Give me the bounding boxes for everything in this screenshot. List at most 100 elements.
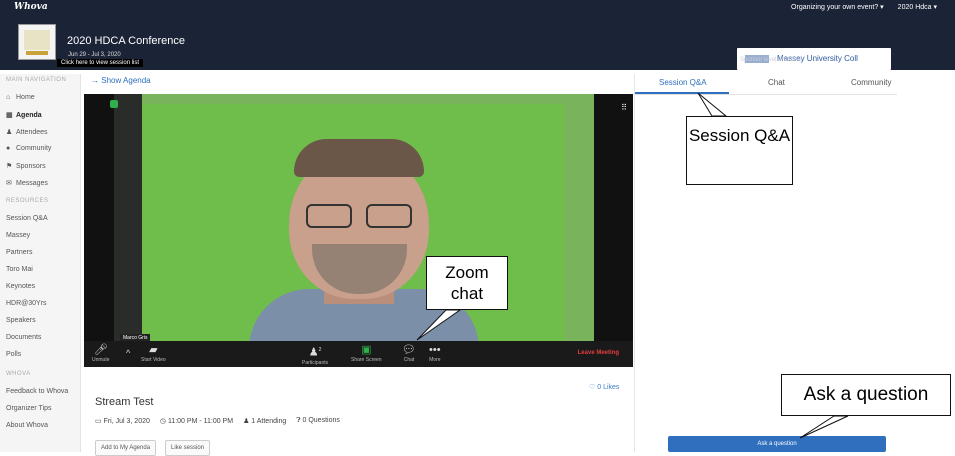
session-list-tooltip: Click here to view session list bbox=[57, 59, 144, 67]
leave-meeting-button[interactable]: Leave Meeting bbox=[578, 350, 619, 356]
show-agenda-label: Show Agenda bbox=[101, 76, 151, 85]
session-time-label: 11:00 PM - 11:00 PM bbox=[167, 418, 234, 425]
sidebar-item-label: Messages bbox=[16, 180, 48, 187]
sidebar-item-massey[interactable]: Massey bbox=[6, 232, 30, 239]
calendar-icon: ▦ bbox=[6, 112, 13, 119]
chat-label: Chat bbox=[403, 357, 415, 363]
right-panel-tabs: Session Q&A Chat Community bbox=[635, 74, 897, 95]
sidebar-item-sponsors[interactable]: ⚑ Sponsors bbox=[6, 162, 46, 170]
sidebar-item-organizer-tips[interactable]: Organizer Tips bbox=[6, 405, 52, 412]
sidebar-item-label: Agenda bbox=[16, 112, 42, 119]
share-screen-icon: ▣ bbox=[361, 344, 372, 356]
sidebar-item-attendees[interactable]: ♟ Attendees bbox=[6, 128, 48, 136]
sponsors-icon: ⚑ bbox=[6, 163, 13, 170]
event-logo-bar bbox=[26, 51, 48, 55]
home-icon: ⌂ bbox=[6, 94, 11, 101]
caret-up-icon: ^ bbox=[126, 348, 131, 358]
more-dots-icon: ••• bbox=[429, 344, 441, 356]
sidebar-item-session-qa[interactable]: Session Q&A bbox=[6, 215, 48, 222]
more-button[interactable]: ••• More bbox=[429, 343, 441, 363]
top-bar-right: Organizing your own event? ▾ 2020 Hdca ▾ bbox=[791, 3, 937, 11]
sidebar-item-agenda[interactable]: ▦ Agenda bbox=[6, 111, 42, 119]
main-navigation-heading: MAIN NAVIGATION bbox=[6, 77, 67, 83]
question-icon: ❓︎ bbox=[296, 417, 301, 424]
callout-zoom-chat: Zoom chat bbox=[426, 256, 508, 310]
session-attending-label: 1 Attending bbox=[251, 418, 287, 425]
sidebar-item-polls[interactable]: Polls bbox=[6, 351, 21, 358]
sidebar-item-label: Attendees bbox=[16, 129, 48, 136]
security-shield-icon[interactable] bbox=[110, 100, 118, 108]
session-title: Stream Test bbox=[95, 396, 154, 408]
sidebar-item-documents[interactable]: Documents bbox=[6, 334, 41, 341]
more-label: More bbox=[429, 357, 441, 363]
session-time: ◷ 11:00 PM - 11:00 PM bbox=[160, 417, 233, 425]
arrow-right-icon: → bbox=[91, 76, 99, 85]
show-agenda-link[interactable]: → Show Agenda bbox=[91, 76, 151, 85]
sidebar-item-messages[interactable]: ✉ Messages bbox=[6, 179, 48, 187]
sidebar-item-partners[interactable]: Partners bbox=[6, 249, 32, 256]
participants-icon: ♟2 bbox=[308, 346, 322, 359]
event-title[interactable]: 2020 HDCA Conference bbox=[67, 35, 185, 47]
sidebar-item-home[interactable]: ⌂ Home bbox=[6, 94, 35, 101]
clock-icon: ◷ bbox=[159, 418, 166, 425]
ask-question-button[interactable]: Ask a question bbox=[668, 436, 886, 452]
person-icon: ♟ bbox=[243, 418, 250, 425]
resources-heading: RESOURCES bbox=[6, 198, 49, 204]
glasses-left bbox=[306, 204, 352, 228]
whova-logo[interactable]: Whova bbox=[14, 2, 48, 12]
tab-chat[interactable]: Chat bbox=[768, 78, 785, 87]
envelope-icon: ✉ bbox=[6, 180, 12, 187]
sidebar-item-community[interactable]: ● Community bbox=[6, 145, 51, 152]
whova-heading: WHOVA bbox=[6, 371, 31, 377]
event-header: 2020 HDCA Conference Jun 29 - Jul 3, 202… bbox=[0, 14, 955, 70]
calendar-icon: ▭ bbox=[95, 418, 102, 425]
likes-count[interactable]: ♡ 0 Likes bbox=[589, 383, 619, 391]
glasses-right bbox=[366, 204, 412, 228]
people-icon: ♟ bbox=[6, 129, 13, 136]
video-off-icon: ▰ bbox=[149, 344, 158, 356]
session-date-label: Fri, Jul 3, 2020 bbox=[103, 418, 150, 425]
sidebar-item-about-whova[interactable]: About Whova bbox=[6, 422, 48, 429]
heart-icon: ♡ bbox=[589, 384, 596, 391]
event-dates: Jun 29 - Jul 3, 2020 bbox=[68, 52, 121, 58]
zoom-video-area[interactable]: ⠿ Marco Gris 🎤︎ Unmute ^ ▰ Start Video ♟… bbox=[84, 94, 633, 367]
start-video-button[interactable]: ▰ Start Video bbox=[141, 343, 166, 363]
session-attending[interactable]: ♟ 1 Attending bbox=[243, 417, 286, 425]
likes-label: 0 Likes bbox=[597, 384, 620, 391]
add-to-agenda-button[interactable]: Add to My Agenda bbox=[95, 440, 157, 456]
unmute-button[interactable]: 🎤︎ Unmute bbox=[92, 343, 110, 363]
fullscreen-icon[interactable]: ⠿ bbox=[621, 103, 627, 112]
user-menu[interactable]: 2020 Hdca ▾ bbox=[898, 3, 937, 11]
session-date: ▭ Fri, Jul 3, 2020 bbox=[95, 417, 150, 425]
sidebar-item-speakers[interactable]: Speakers bbox=[6, 317, 36, 324]
active-tab-indicator bbox=[635, 92, 729, 94]
session-questions[interactable]: ❓︎ 0 Questions bbox=[296, 417, 340, 425]
audio-options-button[interactable]: ^ bbox=[126, 348, 130, 358]
sidebar-item-label: Home bbox=[16, 94, 35, 101]
sidebar-item-hdr30yrs[interactable]: HDR@30Yrs bbox=[6, 300, 47, 307]
event-logo-image bbox=[24, 30, 50, 50]
zoom-chat-button[interactable]: 💬︎ Chat bbox=[402, 343, 416, 363]
sponsor-level: Sponsor level: Partners bbox=[740, 57, 803, 63]
top-bar: Whova Organizing your own event? ▾ 2020 … bbox=[0, 0, 955, 14]
participants-label: Participants bbox=[302, 359, 329, 366]
sidebar-item-toro-mai[interactable]: Toro Mai bbox=[6, 266, 33, 273]
zoom-toolbar: 🎤︎ Unmute ^ ▰ Start Video ♟2 Participant… bbox=[84, 341, 633, 367]
callout-ask-question: Ask a question bbox=[781, 374, 951, 416]
sidebar: MAIN NAVIGATION ⌂ Home ▦ Agenda ♟ Attendees… bbox=[0, 74, 81, 452]
tab-session-qa[interactable]: Session Q&A bbox=[659, 78, 707, 87]
share-screen-button[interactable]: ▣ Share Screen bbox=[351, 343, 382, 363]
participants-button[interactable]: ♟2 Participants bbox=[302, 343, 328, 366]
tab-community[interactable]: Community bbox=[851, 78, 891, 87]
video-wall bbox=[114, 94, 142, 341]
sidebar-item-feedback[interactable]: Feedback to Whova bbox=[6, 388, 68, 395]
like-session-button[interactable]: Like session bbox=[165, 440, 211, 456]
session-questions-label: 0 Questions bbox=[302, 417, 340, 424]
organizing-link[interactable]: Organizing your own event? ▾ bbox=[791, 3, 884, 11]
sidebar-item-label: Sponsors bbox=[16, 163, 46, 170]
session-meta: ▭ Fri, Jul 3, 2020 ◷ 11:00 PM - 11:00 PM… bbox=[95, 417, 340, 425]
callout-session-qa: Session Q&A bbox=[686, 116, 793, 185]
sidebar-item-keynotes[interactable]: Keynotes bbox=[6, 283, 35, 290]
sidebar-item-label: Community bbox=[16, 145, 52, 152]
event-logo[interactable] bbox=[18, 24, 56, 60]
